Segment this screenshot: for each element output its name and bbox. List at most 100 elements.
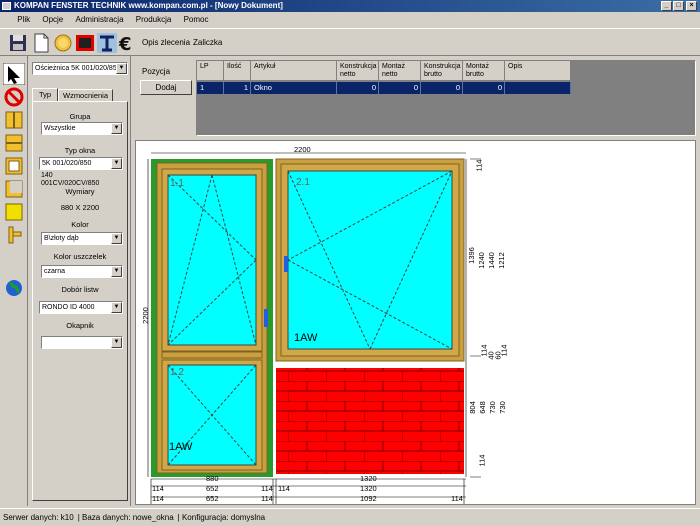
bottom-dimension: 1092 [360, 494, 377, 503]
menu-bar: Plik Opcje Administracja Produkcja Pomoc [0, 12, 700, 28]
globe-icon[interactable] [3, 277, 25, 299]
sash-label: 2.1 [296, 177, 310, 188]
bottom-dimension: 114 [152, 494, 164, 503]
minimize-button[interactable]: _ [661, 1, 672, 11]
right-dimension: 1440 [486, 252, 496, 269]
coins-icon[interactable] [52, 32, 74, 54]
right-dimension: 804 [467, 401, 477, 414]
left-dimension: 2200 [140, 307, 150, 324]
bottom-dimension: 652 [206, 484, 219, 493]
position-label: Pozycja [142, 67, 171, 76]
frame-select[interactable]: Ościeżnica 5K 001/020/850 ▼ [32, 62, 128, 75]
drawing-canvas[interactable]: 1.1 2.1 1.2 1AW 1AW 2200 2200 114 1396 1… [135, 140, 696, 505]
horizontal-transom-icon[interactable] [3, 132, 25, 154]
pointer-icon[interactable] [3, 63, 25, 85]
grid-header[interactable]: Montaż netto [379, 61, 421, 81]
bottom-dimension: 114 [261, 484, 273, 493]
okapnik-label: Okapnik [66, 321, 94, 330]
top-dimension: 2200 [294, 145, 311, 154]
opis-zlecenia-button[interactable]: Opis zlecenia [142, 38, 190, 47]
grid-cell[interactable]: 1 [224, 82, 251, 94]
right-dimension: 648 [477, 401, 487, 414]
position-panel: Pozycja Dodaj [133, 58, 195, 136]
handle-right[interactable] [284, 256, 288, 272]
handle-icon[interactable] [3, 224, 25, 246]
bottom-dimension: 114 [261, 494, 273, 503]
sash-label: 1.1 [170, 178, 184, 189]
status-bar: Serwer danych: k10 | Baza danych: nowe_ok… [0, 508, 700, 525]
grid-cell[interactable]: 1 [197, 82, 224, 94]
frame-corner-icon[interactable] [3, 178, 25, 200]
menu-produkcja[interactable]: Produkcja [131, 15, 177, 24]
app-icon [2, 2, 11, 10]
grid-cell[interactable]: 0 [421, 82, 463, 94]
tab-typ[interactable]: Typ [32, 88, 58, 101]
euro-icon[interactable]: € [117, 32, 139, 54]
bottom-dimension: 114 [278, 484, 290, 493]
right-dimension: 1240 [476, 252, 486, 269]
bottom-dimension: 1320 [360, 474, 377, 483]
close-button[interactable]: × [686, 1, 697, 11]
bottom-dimension: 114 [451, 494, 463, 503]
status-server: Serwer danych: k10 [3, 513, 74, 522]
grid-header[interactable]: Artykuł [251, 61, 337, 81]
typ-okna-label: Typ okna [64, 146, 96, 155]
handle-left[interactable] [264, 309, 268, 327]
typ-okna-extra: 140 [41, 172, 53, 179]
frame-red-icon[interactable] [74, 32, 96, 54]
zaliczka-button[interactable]: Zaliczka [193, 38, 222, 47]
grid-header[interactable]: LP [197, 61, 224, 81]
bottom-dimension: 114 [152, 484, 164, 493]
grupa-label: Grupa [69, 112, 91, 121]
title-bar: KOMPAN FENSTER TECHNIK www.kompan.com.pl… [0, 0, 700, 12]
glass-label: 1AW [169, 441, 193, 453]
kolor-label: Kolor [71, 220, 89, 229]
items-grid: LP Ilość Artykuł Konstrukcja netto Monta… [196, 60, 696, 136]
vertical-mullion-icon[interactable] [3, 109, 25, 131]
menu-plik[interactable]: Plik [12, 15, 35, 24]
grid-cell[interactable]: Okno [251, 82, 337, 94]
listw-label: Dobór listw [61, 285, 99, 294]
sash-icon[interactable] [3, 155, 25, 177]
maximize-button[interactable]: □ [673, 1, 684, 11]
right-dimension: 730 [487, 401, 497, 414]
grid-header[interactable]: Konstrukcja brutto [421, 61, 463, 81]
grid-header[interactable]: Ilość [224, 61, 251, 81]
kolor-select[interactable]: B\złoty dąb ▼ [41, 232, 123, 245]
okapnik-select[interactable]: ▼ [41, 336, 123, 349]
right-dimension: 1212 [496, 252, 506, 269]
add-button[interactable]: Dodaj [140, 80, 192, 95]
menu-opcje[interactable]: Opcje [37, 15, 68, 24]
glass-2-1[interactable] [287, 170, 453, 350]
grid-cell[interactable]: 0 [337, 82, 379, 94]
properties-panel: Ościeżnica 5K 001/020/850 ▼ Typ Wzmocnien… [29, 56, 131, 506]
grid-header[interactable]: Montaż brutto [463, 61, 505, 81]
toolbar: € Opis zlecenia Zaliczka [0, 28, 700, 56]
status-db: Baza danych: nowe_okna [82, 513, 174, 522]
glass-label: 1AW [294, 332, 318, 344]
grid-cell[interactable] [505, 82, 571, 94]
tools-icon[interactable] [96, 32, 118, 54]
glass-1-1[interactable] [167, 174, 257, 346]
brick-wall [276, 368, 464, 474]
menu-pomoc[interactable]: Pomoc [179, 15, 214, 24]
typ-okna-select[interactable]: 5K 001/020/850 ▼ [39, 157, 123, 170]
listw-select[interactable]: RONDO ID 4000 ▼ [39, 301, 123, 314]
bottom-dimension: 1320 [360, 484, 377, 493]
right-dimension: 1396 [466, 247, 476, 264]
grid-header[interactable]: Opis [505, 61, 571, 81]
wymiary-label: Wymiary [65, 187, 95, 196]
menu-administracja[interactable]: Administracja [71, 15, 129, 24]
grid-cell[interactable]: 0 [379, 82, 421, 94]
window-drawing[interactable] [136, 141, 696, 505]
save-icon[interactable] [7, 32, 29, 54]
uszczelek-select[interactable]: czarna ▼ [41, 265, 123, 278]
forbidden-icon[interactable] [3, 86, 25, 108]
grid-cell[interactable]: 0 [463, 82, 505, 94]
fill-icon[interactable] [3, 201, 25, 223]
new-document-icon[interactable] [30, 32, 52, 54]
sash-label: 1.2 [170, 367, 184, 378]
svg-text:€: € [118, 34, 132, 54]
grid-header[interactable]: Konstrukcja netto [337, 61, 379, 81]
grupa-select[interactable]: Wszystkie ▼ [41, 122, 123, 135]
